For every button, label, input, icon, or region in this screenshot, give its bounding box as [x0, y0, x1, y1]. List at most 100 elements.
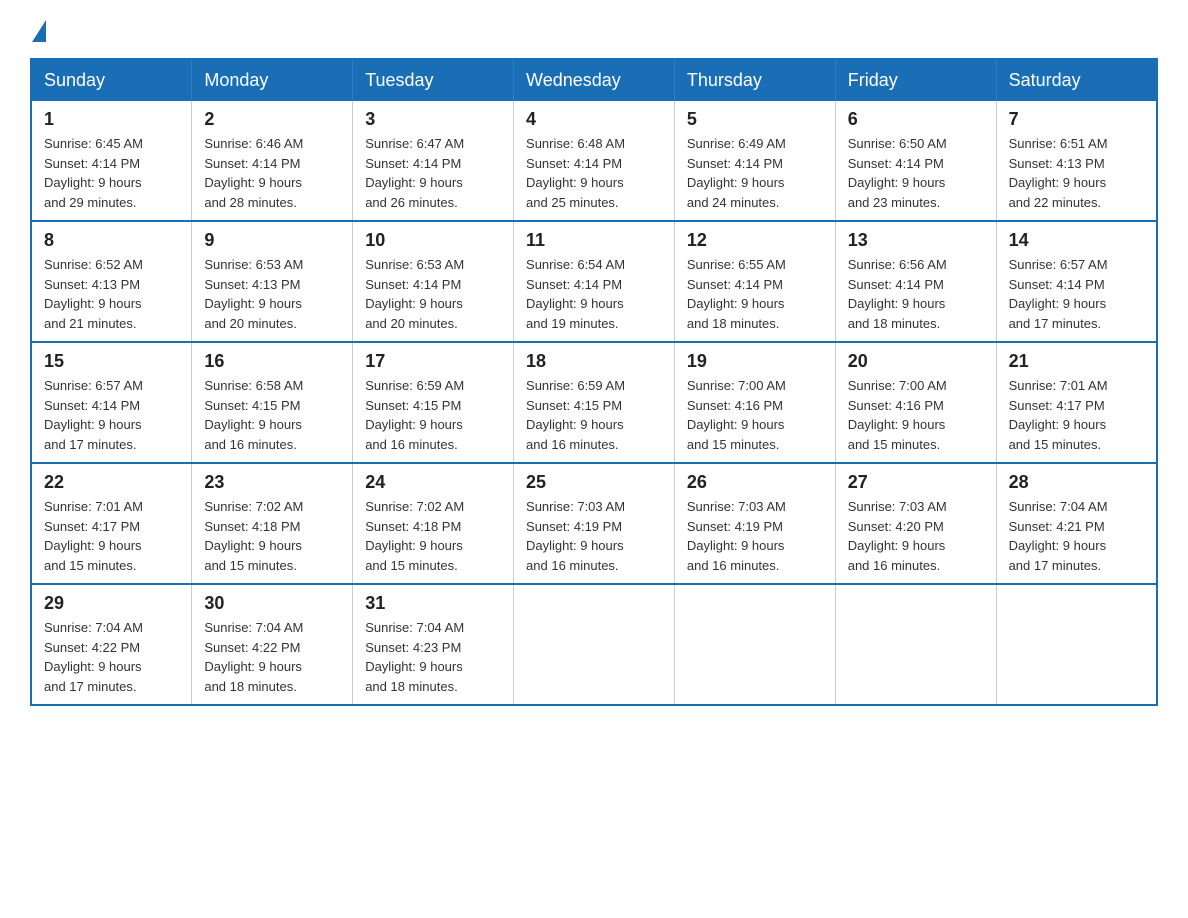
calendar-cell: 2 Sunrise: 6:46 AMSunset: 4:14 PMDayligh…: [192, 101, 353, 221]
day-info: Sunrise: 6:57 AMSunset: 4:14 PMDaylight:…: [44, 378, 143, 452]
day-info: Sunrise: 6:54 AMSunset: 4:14 PMDaylight:…: [526, 257, 625, 331]
calendar-cell: 30 Sunrise: 7:04 AMSunset: 4:22 PMDaylig…: [192, 584, 353, 705]
day-info: Sunrise: 7:02 AMSunset: 4:18 PMDaylight:…: [204, 499, 303, 573]
day-info: Sunrise: 6:53 AMSunset: 4:14 PMDaylight:…: [365, 257, 464, 331]
calendar-cell: 26 Sunrise: 7:03 AMSunset: 4:19 PMDaylig…: [674, 463, 835, 584]
day-info: Sunrise: 6:53 AMSunset: 4:13 PMDaylight:…: [204, 257, 303, 331]
day-info: Sunrise: 7:03 AMSunset: 4:20 PMDaylight:…: [848, 499, 947, 573]
logo: [30, 20, 48, 38]
day-of-week-header: Monday: [192, 59, 353, 101]
calendar-table: SundayMondayTuesdayWednesdayThursdayFrid…: [30, 58, 1158, 706]
day-info: Sunrise: 7:00 AMSunset: 4:16 PMDaylight:…: [848, 378, 947, 452]
day-info: Sunrise: 6:50 AMSunset: 4:14 PMDaylight:…: [848, 136, 947, 210]
calendar-body: 1 Sunrise: 6:45 AMSunset: 4:14 PMDayligh…: [31, 101, 1157, 705]
day-info: Sunrise: 6:59 AMSunset: 4:15 PMDaylight:…: [365, 378, 464, 452]
day-number: 16: [204, 351, 340, 372]
calendar-cell: 1 Sunrise: 6:45 AMSunset: 4:14 PMDayligh…: [31, 101, 192, 221]
calendar-cell: 10 Sunrise: 6:53 AMSunset: 4:14 PMDaylig…: [353, 221, 514, 342]
day-info: Sunrise: 7:04 AMSunset: 4:22 PMDaylight:…: [44, 620, 143, 694]
calendar-cell: [996, 584, 1157, 705]
page-header: [30, 20, 1158, 38]
calendar-cell: 15 Sunrise: 6:57 AMSunset: 4:14 PMDaylig…: [31, 342, 192, 463]
day-info: Sunrise: 6:52 AMSunset: 4:13 PMDaylight:…: [44, 257, 143, 331]
calendar-cell: 12 Sunrise: 6:55 AMSunset: 4:14 PMDaylig…: [674, 221, 835, 342]
calendar-cell: 16 Sunrise: 6:58 AMSunset: 4:15 PMDaylig…: [192, 342, 353, 463]
day-number: 21: [1009, 351, 1144, 372]
day-number: 7: [1009, 109, 1144, 130]
day-of-week-header: Saturday: [996, 59, 1157, 101]
day-info: Sunrise: 7:03 AMSunset: 4:19 PMDaylight:…: [687, 499, 786, 573]
calendar-week-row: 29 Sunrise: 7:04 AMSunset: 4:22 PMDaylig…: [31, 584, 1157, 705]
day-number: 18: [526, 351, 662, 372]
day-number: 8: [44, 230, 179, 251]
calendar-week-row: 1 Sunrise: 6:45 AMSunset: 4:14 PMDayligh…: [31, 101, 1157, 221]
day-number: 22: [44, 472, 179, 493]
calendar-cell: 23 Sunrise: 7:02 AMSunset: 4:18 PMDaylig…: [192, 463, 353, 584]
day-number: 19: [687, 351, 823, 372]
calendar-cell: 20 Sunrise: 7:00 AMSunset: 4:16 PMDaylig…: [835, 342, 996, 463]
calendar-cell: 4 Sunrise: 6:48 AMSunset: 4:14 PMDayligh…: [514, 101, 675, 221]
day-number: 2: [204, 109, 340, 130]
calendar-cell: 14 Sunrise: 6:57 AMSunset: 4:14 PMDaylig…: [996, 221, 1157, 342]
day-info: Sunrise: 7:04 AMSunset: 4:23 PMDaylight:…: [365, 620, 464, 694]
calendar-cell: 27 Sunrise: 7:03 AMSunset: 4:20 PMDaylig…: [835, 463, 996, 584]
day-number: 9: [204, 230, 340, 251]
day-info: Sunrise: 6:59 AMSunset: 4:15 PMDaylight:…: [526, 378, 625, 452]
calendar-cell: [514, 584, 675, 705]
calendar-cell: 8 Sunrise: 6:52 AMSunset: 4:13 PMDayligh…: [31, 221, 192, 342]
calendar-week-row: 8 Sunrise: 6:52 AMSunset: 4:13 PMDayligh…: [31, 221, 1157, 342]
day-info: Sunrise: 7:04 AMSunset: 4:21 PMDaylight:…: [1009, 499, 1108, 573]
day-number: 14: [1009, 230, 1144, 251]
day-info: Sunrise: 6:51 AMSunset: 4:13 PMDaylight:…: [1009, 136, 1108, 210]
calendar-week-row: 15 Sunrise: 6:57 AMSunset: 4:14 PMDaylig…: [31, 342, 1157, 463]
day-number: 31: [365, 593, 501, 614]
calendar-cell: 17 Sunrise: 6:59 AMSunset: 4:15 PMDaylig…: [353, 342, 514, 463]
calendar-cell: 22 Sunrise: 7:01 AMSunset: 4:17 PMDaylig…: [31, 463, 192, 584]
day-of-week-header: Tuesday: [353, 59, 514, 101]
day-of-week-row: SundayMondayTuesdayWednesdayThursdayFrid…: [31, 59, 1157, 101]
day-number: 15: [44, 351, 179, 372]
day-number: 23: [204, 472, 340, 493]
day-number: 1: [44, 109, 179, 130]
day-info: Sunrise: 6:48 AMSunset: 4:14 PMDaylight:…: [526, 136, 625, 210]
calendar-cell: 13 Sunrise: 6:56 AMSunset: 4:14 PMDaylig…: [835, 221, 996, 342]
calendar-cell: 6 Sunrise: 6:50 AMSunset: 4:14 PMDayligh…: [835, 101, 996, 221]
day-info: Sunrise: 6:47 AMSunset: 4:14 PMDaylight:…: [365, 136, 464, 210]
calendar-cell: 28 Sunrise: 7:04 AMSunset: 4:21 PMDaylig…: [996, 463, 1157, 584]
day-number: 13: [848, 230, 984, 251]
day-info: Sunrise: 6:55 AMSunset: 4:14 PMDaylight:…: [687, 257, 786, 331]
day-number: 11: [526, 230, 662, 251]
calendar-cell: 29 Sunrise: 7:04 AMSunset: 4:22 PMDaylig…: [31, 584, 192, 705]
day-number: 26: [687, 472, 823, 493]
day-info: Sunrise: 7:00 AMSunset: 4:16 PMDaylight:…: [687, 378, 786, 452]
day-number: 5: [687, 109, 823, 130]
calendar-cell: [835, 584, 996, 705]
calendar-cell: 19 Sunrise: 7:00 AMSunset: 4:16 PMDaylig…: [674, 342, 835, 463]
day-info: Sunrise: 7:03 AMSunset: 4:19 PMDaylight:…: [526, 499, 625, 573]
day-number: 6: [848, 109, 984, 130]
calendar-cell: [674, 584, 835, 705]
day-info: Sunrise: 6:58 AMSunset: 4:15 PMDaylight:…: [204, 378, 303, 452]
calendar-cell: 11 Sunrise: 6:54 AMSunset: 4:14 PMDaylig…: [514, 221, 675, 342]
day-number: 17: [365, 351, 501, 372]
day-info: Sunrise: 6:57 AMSunset: 4:14 PMDaylight:…: [1009, 257, 1108, 331]
calendar-week-row: 22 Sunrise: 7:01 AMSunset: 4:17 PMDaylig…: [31, 463, 1157, 584]
calendar-cell: 24 Sunrise: 7:02 AMSunset: 4:18 PMDaylig…: [353, 463, 514, 584]
day-of-week-header: Wednesday: [514, 59, 675, 101]
calendar-cell: 5 Sunrise: 6:49 AMSunset: 4:14 PMDayligh…: [674, 101, 835, 221]
day-number: 27: [848, 472, 984, 493]
logo-triangle-icon: [32, 20, 46, 42]
day-info: Sunrise: 7:01 AMSunset: 4:17 PMDaylight:…: [1009, 378, 1108, 452]
day-of-week-header: Friday: [835, 59, 996, 101]
day-of-week-header: Thursday: [674, 59, 835, 101]
calendar-cell: 21 Sunrise: 7:01 AMSunset: 4:17 PMDaylig…: [996, 342, 1157, 463]
calendar-cell: 18 Sunrise: 6:59 AMSunset: 4:15 PMDaylig…: [514, 342, 675, 463]
day-number: 4: [526, 109, 662, 130]
calendar-cell: 7 Sunrise: 6:51 AMSunset: 4:13 PMDayligh…: [996, 101, 1157, 221]
day-info: Sunrise: 6:45 AMSunset: 4:14 PMDaylight:…: [44, 136, 143, 210]
calendar-cell: 3 Sunrise: 6:47 AMSunset: 4:14 PMDayligh…: [353, 101, 514, 221]
day-info: Sunrise: 6:56 AMSunset: 4:14 PMDaylight:…: [848, 257, 947, 331]
day-number: 28: [1009, 472, 1144, 493]
day-info: Sunrise: 6:49 AMSunset: 4:14 PMDaylight:…: [687, 136, 786, 210]
calendar-cell: 31 Sunrise: 7:04 AMSunset: 4:23 PMDaylig…: [353, 584, 514, 705]
